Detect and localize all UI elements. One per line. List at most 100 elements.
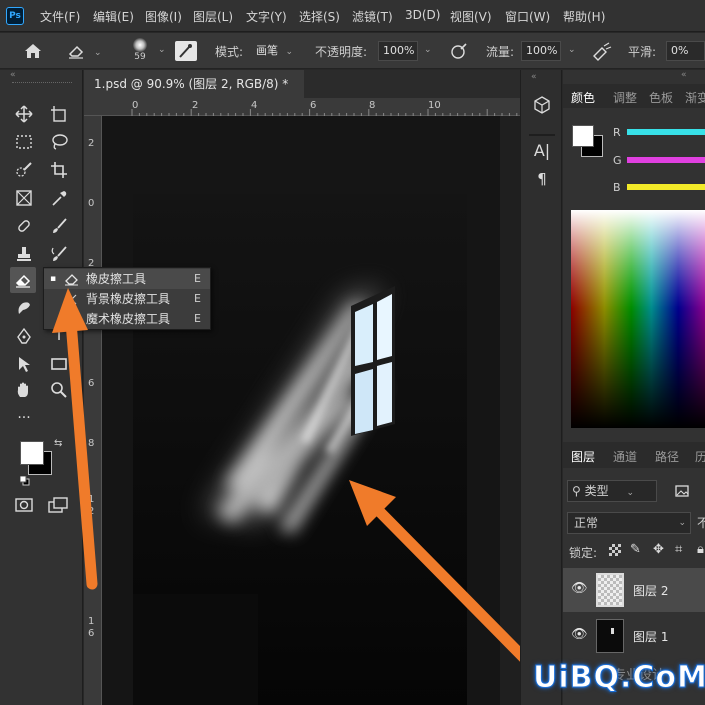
history-brush-tool-icon[interactable] bbox=[48, 243, 70, 265]
menu-window[interactable]: 窗口(W) bbox=[505, 8, 550, 25]
ruler-label: 1 bbox=[88, 494, 95, 505]
lock-artboard-icon[interactable]: ⌗ bbox=[675, 542, 682, 557]
color-spectrum[interactable] bbox=[571, 210, 705, 428]
brush-size-picker[interactable]: 59 bbox=[126, 36, 154, 68]
flyout-item-background-eraser[interactable]: 背景橡皮擦工具 E bbox=[44, 289, 210, 309]
clone-stamp-tool-icon[interactable] bbox=[13, 243, 35, 265]
blue-slider[interactable] bbox=[627, 184, 705, 190]
quick-mask-icon[interactable] bbox=[13, 496, 35, 514]
healing-brush-tool-icon[interactable] bbox=[13, 215, 35, 237]
menu-type[interactable]: 文字(Y) bbox=[246, 8, 287, 25]
menu-layer[interactable]: 图层(L) bbox=[193, 8, 233, 25]
green-slider[interactable] bbox=[627, 157, 705, 163]
eyedropper-tool-icon[interactable] bbox=[48, 187, 70, 209]
lock-all-icon[interactable]: 🔒︎ bbox=[697, 542, 704, 557]
rectangle-tool-icon[interactable] bbox=[48, 353, 70, 375]
menu-file[interactable]: 文件(F) bbox=[40, 8, 80, 25]
collapse-icon[interactable]: « bbox=[531, 72, 553, 82]
menu-help[interactable]: 帮助(H) bbox=[563, 8, 605, 25]
3d-icon[interactable] bbox=[531, 94, 553, 116]
move-tool-icon[interactable] bbox=[13, 103, 35, 125]
flyout-item-eraser[interactable]: ▪ 橡皮擦工具 E bbox=[44, 269, 210, 289]
collapse-icon[interactable]: « bbox=[563, 70, 705, 82]
tab-swatches[interactable]: 色板 bbox=[649, 89, 673, 106]
paragraph-panel-icon[interactable]: ¶ bbox=[531, 168, 553, 190]
tab-adjustments[interactable]: 调整 bbox=[613, 89, 637, 106]
swap-colors-icon[interactable]: ⇆ bbox=[54, 438, 66, 450]
tab-history[interactable]: 历 bbox=[695, 448, 705, 465]
flyout-item-magic-eraser[interactable]: 魔术橡皮擦工具 E bbox=[44, 309, 210, 329]
panel-grip[interactable] bbox=[12, 82, 72, 84]
airbrush-icon[interactable] bbox=[590, 41, 614, 61]
foreground-color-swatch[interactable] bbox=[20, 441, 44, 465]
lock-transparency-icon[interactable] bbox=[609, 544, 621, 556]
frame-tool-icon[interactable] bbox=[13, 187, 35, 209]
gradient-tool-icon[interactable] bbox=[13, 297, 35, 319]
menu-edit[interactable]: 编辑(E) bbox=[93, 8, 134, 25]
menu-view[interactable]: 视图(V) bbox=[450, 8, 492, 25]
hand-tool-icon[interactable] bbox=[13, 379, 35, 401]
collapse-icon[interactable]: « bbox=[10, 70, 70, 82]
visibility-eye-icon[interactable]: 👁︎ bbox=[571, 627, 588, 642]
character-panel-icon[interactable]: A| bbox=[531, 140, 553, 162]
tab-layers[interactable]: 图层 bbox=[571, 448, 595, 465]
brush-settings-icon[interactable] bbox=[175, 41, 197, 61]
foreground-color-swatch[interactable] bbox=[572, 125, 594, 147]
chevron-down-icon[interactable]: ⌄ bbox=[568, 45, 576, 55]
red-slider[interactable] bbox=[627, 129, 705, 135]
brush-tool-icon[interactable] bbox=[48, 215, 70, 237]
layer-row-layer-1[interactable]: 👁︎ 图层 1 bbox=[563, 614, 705, 658]
zoom-tool-icon[interactable] bbox=[48, 379, 70, 401]
lock-pixels-icon[interactable]: ✎ bbox=[630, 542, 641, 557]
smoothing-input[interactable]: 0% bbox=[666, 41, 705, 61]
vertical-ruler: 2 0 2 4 6 8 1 2 1 4 1 6 bbox=[84, 116, 102, 705]
layer-name: 图层 1 bbox=[633, 630, 669, 644]
ruler-label: 0 bbox=[88, 198, 95, 209]
document-tab-title: 1.psd @ 90.9% (图层 2, RGB/8) * bbox=[94, 77, 289, 91]
layer-row-layer-2[interactable]: 👁︎ 图层 2 bbox=[563, 568, 705, 612]
eraser-preset-picker[interactable]: ⌄ bbox=[66, 41, 106, 61]
artboard-tool-icon[interactable] bbox=[48, 103, 70, 125]
document-tab[interactable]: 1.psd @ 90.9% (图层 2, RGB/8) * × bbox=[84, 70, 304, 119]
flow-input[interactable]: 100% bbox=[521, 41, 561, 61]
tab-gradients[interactable]: 渐变 bbox=[685, 89, 705, 106]
pen-tool-icon[interactable] bbox=[13, 325, 35, 347]
magic-eraser-icon bbox=[64, 312, 80, 326]
quick-selection-tool-icon[interactable] bbox=[13, 159, 35, 181]
menu-image[interactable]: 图像(I) bbox=[145, 8, 182, 25]
crop-tool-icon[interactable] bbox=[48, 159, 70, 181]
blend-mode-dropdown[interactable]: 正常 ⌄ bbox=[567, 512, 691, 534]
pressure-opacity-icon[interactable] bbox=[448, 41, 470, 61]
default-colors-icon[interactable] bbox=[19, 475, 30, 486]
tab-channels[interactable]: 通道 bbox=[613, 448, 637, 465]
chevron-down-icon[interactable]: ⌄ bbox=[424, 45, 432, 55]
image-filter-icon[interactable] bbox=[673, 482, 691, 500]
visibility-eye-icon[interactable]: 👁︎ bbox=[571, 581, 588, 596]
flyout-item-label: 背景橡皮擦工具 bbox=[86, 292, 171, 306]
layer-thumbnail-window bbox=[611, 628, 614, 634]
screen-mode-icon[interactable] bbox=[47, 496, 69, 514]
home-icon[interactable] bbox=[22, 41, 44, 61]
brush-tip-icon bbox=[133, 38, 147, 52]
chevron-down-icon[interactable]: ⌄ bbox=[158, 45, 166, 55]
chevron-down-icon: ⌄ bbox=[285, 47, 294, 57]
mode-dropdown[interactable]: 画笔 ⌄ bbox=[256, 41, 306, 61]
tab-paths[interactable]: 路径 bbox=[655, 448, 679, 465]
menu-bar: Ps 文件(F) 编辑(E) 图像(I) 图层(L) 文字(Y) 选择(S) 滤… bbox=[0, 0, 705, 32]
opacity-input[interactable]: 100% bbox=[378, 41, 418, 61]
lock-position-icon[interactable]: ✥ bbox=[653, 542, 664, 557]
menu-filter[interactable]: 滤镜(T) bbox=[352, 8, 393, 25]
layer-filter-dropdown[interactable]: ⚲ 类型 ⌄ bbox=[567, 480, 657, 502]
lasso-tool-icon[interactable] bbox=[48, 131, 70, 153]
more-tools-icon[interactable]: ··· bbox=[13, 407, 35, 429]
tab-color[interactable]: 颜色 bbox=[571, 89, 595, 106]
marquee-tool-icon[interactable] bbox=[13, 131, 35, 153]
ruler-label: 6 bbox=[88, 378, 95, 389]
chevron-down-icon: ⌄ bbox=[678, 518, 686, 528]
flyout-item-shortcut: E bbox=[194, 312, 201, 325]
menu-3d[interactable]: 3D(D) bbox=[405, 8, 440, 22]
menu-select[interactable]: 选择(S) bbox=[299, 8, 340, 25]
path-selection-tool-icon[interactable] bbox=[13, 353, 35, 375]
mode-value: 画笔 bbox=[256, 44, 278, 57]
divider bbox=[529, 134, 555, 136]
